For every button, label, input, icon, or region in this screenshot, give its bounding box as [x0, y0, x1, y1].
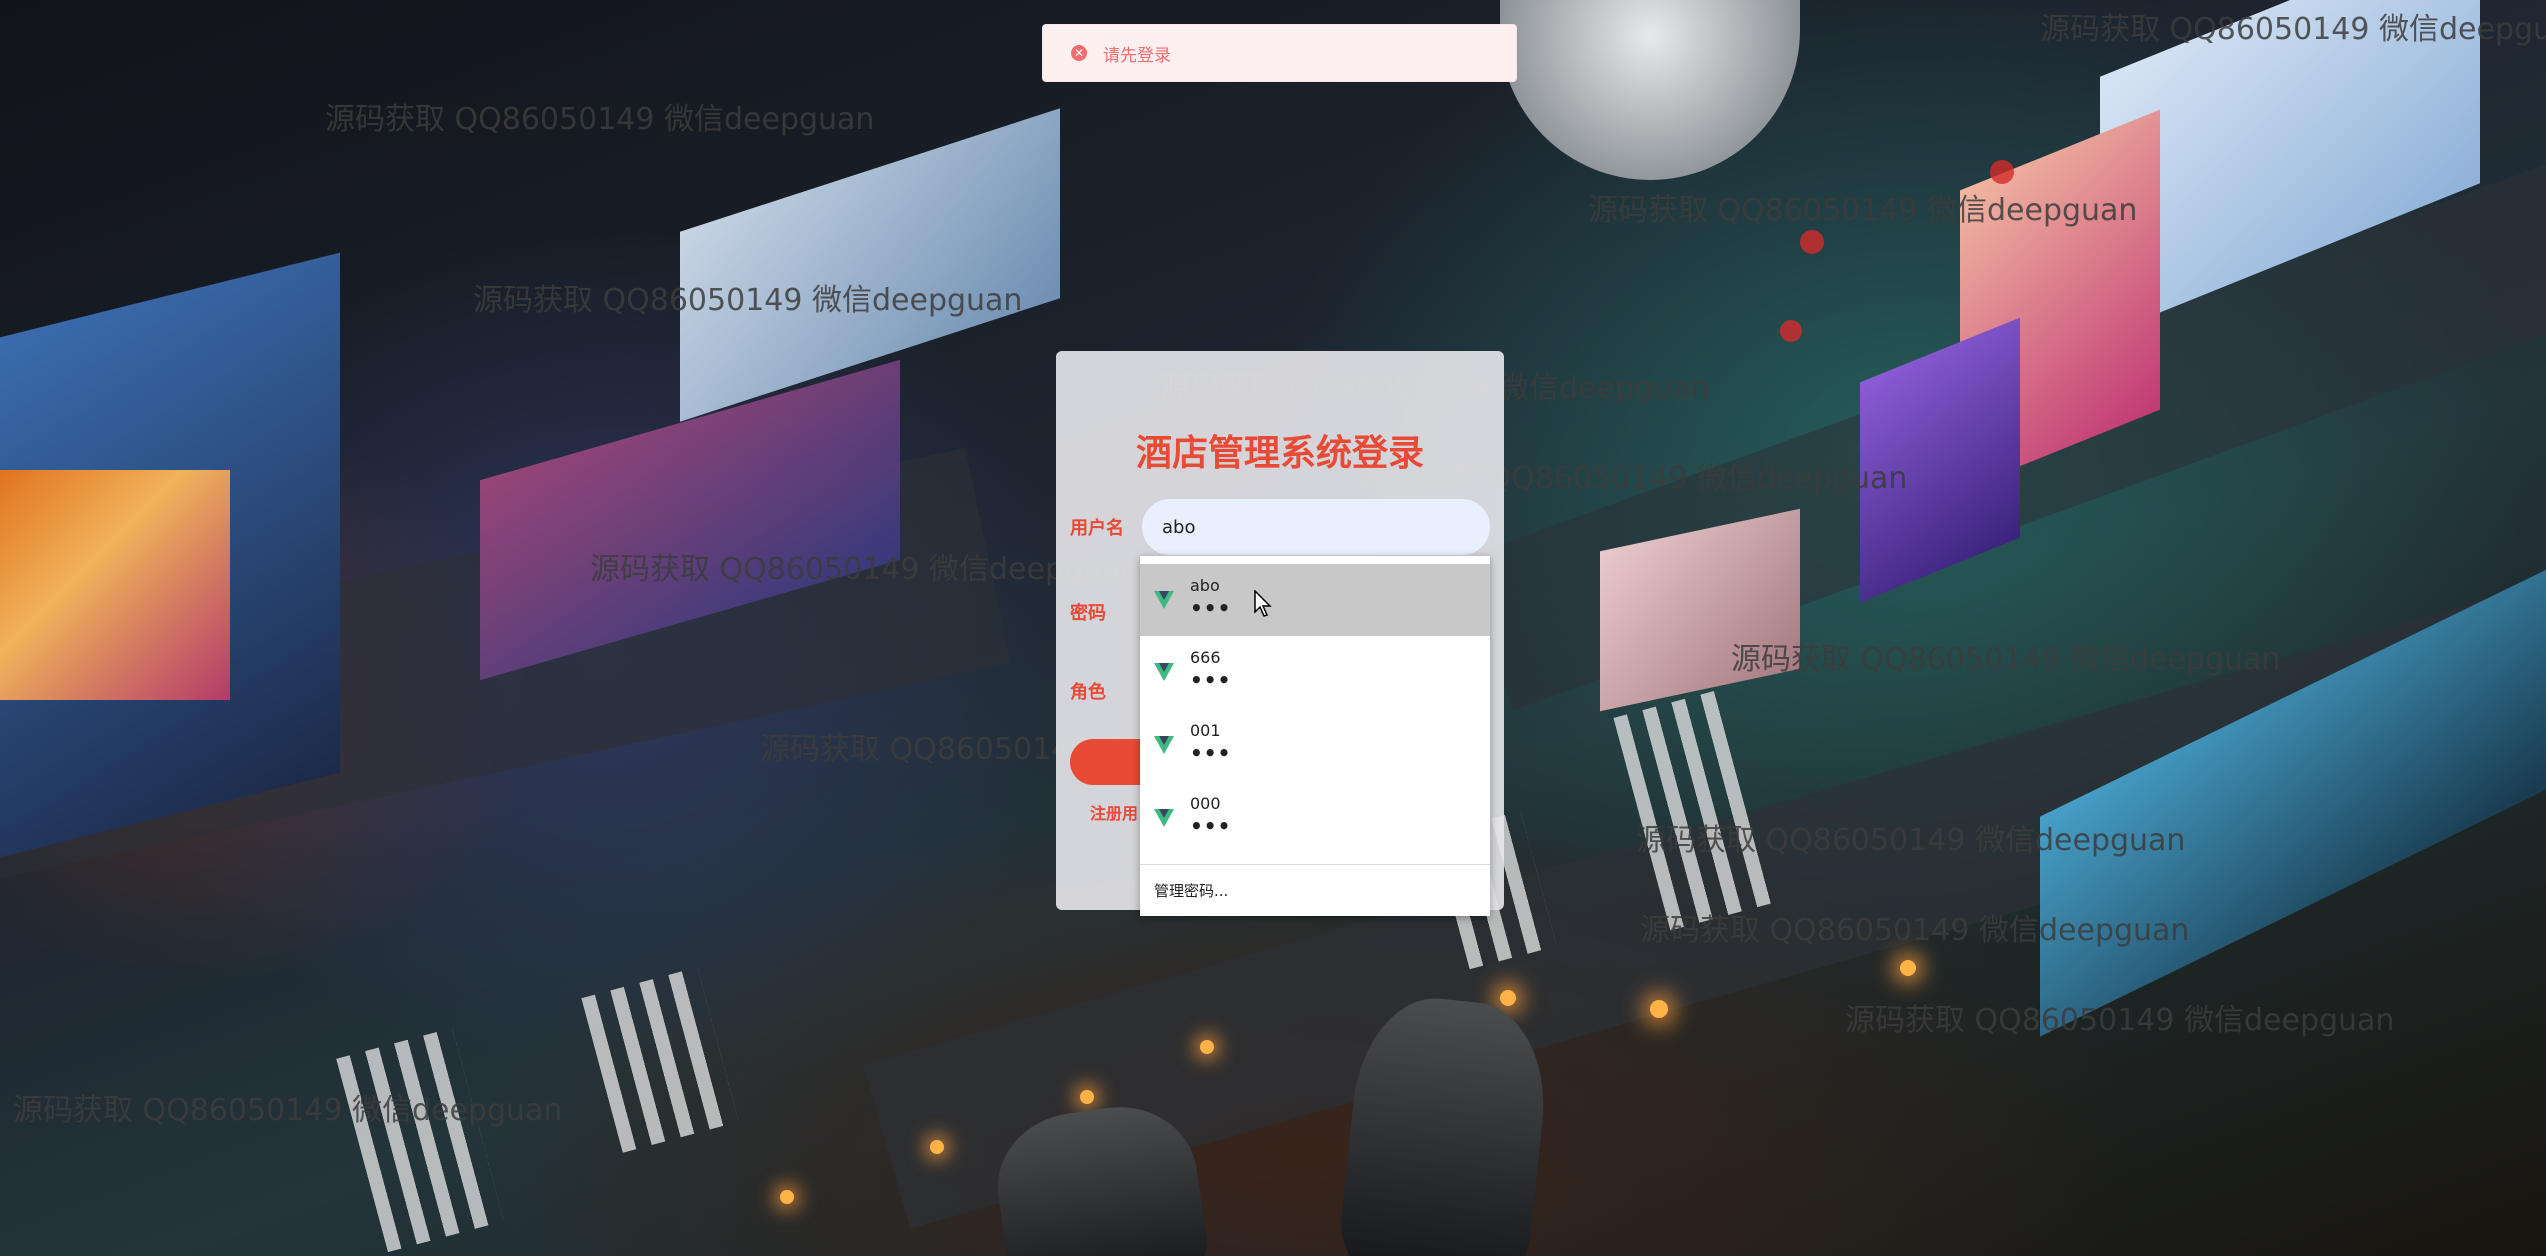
watermark-text: 源码获取 QQ86050149 微信deepguan	[1845, 1003, 2395, 1038]
autofill-password-mask: •••	[1190, 668, 1232, 692]
watermark-text: 源码获取 QQ86050149 微信deepguan	[2040, 12, 2546, 47]
vue-logo-icon	[1154, 736, 1174, 754]
autofill-username: 001	[1190, 721, 1221, 740]
register-link[interactable]: 注册用	[1090, 800, 1138, 824]
autofill-divider	[1140, 864, 1490, 865]
password-label: 密码	[1070, 603, 1106, 624]
role-label: 角色	[1070, 682, 1106, 703]
error-circle-icon: ✕	[1071, 45, 1087, 61]
username-label: 用户名	[1070, 518, 1124, 539]
autofill-password-mask: •••	[1190, 814, 1232, 838]
vue-logo-icon	[1154, 591, 1174, 609]
watermark-text: 源码获取 QQ86050149 微信deepguan	[1588, 193, 2138, 228]
vue-logo-icon	[1154, 809, 1174, 827]
watermark-text: 源码获取 QQ86050149 微信deepguan	[325, 102, 875, 137]
autofill-password-mask: •••	[1190, 741, 1232, 765]
watermark-text: 源码获取 QQ86050149 微信deepguan	[13, 1093, 563, 1128]
watermark-text: 源码获取 QQ86050149 微信deepguan	[473, 283, 1023, 318]
login-button[interactable]	[1070, 739, 1150, 785]
autofill-item[interactable]: abo •••	[1140, 564, 1490, 636]
username-input[interactable]	[1142, 499, 1490, 555]
watermark-text: 源码获取 QQ86050149 微信deepguan	[1731, 642, 2281, 677]
autofill-dropdown: abo ••• 666 ••• 001 ••• 000 ••• 管理密码...	[1140, 556, 1490, 916]
autofill-item[interactable]: 000 •••	[1140, 782, 1490, 854]
vue-logo-icon	[1154, 663, 1174, 681]
autofill-item[interactable]: 001 •••	[1140, 709, 1490, 781]
login-title: 酒店管理系统登录	[1135, 433, 1424, 474]
watermark-text: 源码获取 QQ86050149 微信deepguan	[1636, 823, 2186, 858]
error-toast: ✕ 请先登录	[1042, 24, 1517, 82]
manage-passwords-link[interactable]: 管理密码...	[1154, 880, 1228, 901]
mouse-cursor-icon	[1254, 590, 1272, 617]
toast-message: 请先登录	[1103, 45, 1171, 66]
autofill-username: 000	[1190, 794, 1221, 813]
autofill-username: 666	[1190, 648, 1221, 667]
autofill-username: abo	[1190, 576, 1220, 595]
autofill-item[interactable]: 666 •••	[1140, 636, 1490, 708]
autofill-password-mask: •••	[1190, 596, 1232, 620]
watermark-text: 源码获取 QQ86050149 微信deepguan	[1640, 913, 2190, 948]
